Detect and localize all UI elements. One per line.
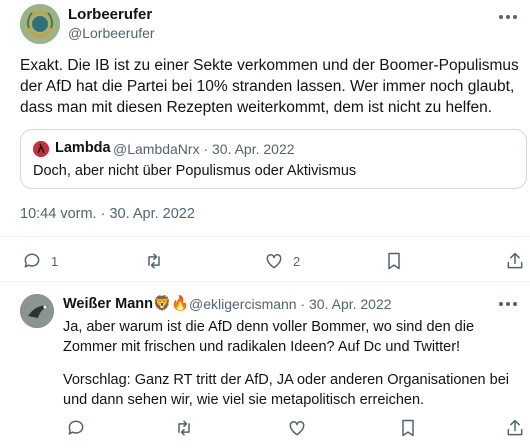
reply-author-name[interactable]: Weißer Mann🦁🔥 <box>63 295 189 312</box>
bookmark-icon <box>402 419 414 437</box>
retweet-button[interactable] <box>144 251 164 271</box>
bird-avatar-icon <box>20 294 54 328</box>
author-handle[interactable]: @Lorbeerufer <box>68 25 155 41</box>
reply-button[interactable]: 1 <box>22 251 58 271</box>
like-icon <box>289 420 305 436</box>
quote-author-name: Lambda <box>55 140 111 156</box>
share-icon <box>507 419 523 436</box>
quote-avatar <box>33 141 49 157</box>
more-icon[interactable] <box>499 302 517 306</box>
reply-button[interactable] <box>66 418 86 438</box>
divider <box>0 236 530 237</box>
bookmark-button[interactable] <box>398 418 418 438</box>
quoted-tweet[interactable]: Lambda @LambdaNrx · 30. Apr. 2022 Doch, … <box>20 129 527 189</box>
reply-text-paragraph-2: Vorschlag: Ganz RT tritt der AfD, JA ode… <box>63 372 509 408</box>
lambda-logo-icon <box>33 141 49 157</box>
bookmark-icon <box>388 252 400 270</box>
reply-icon <box>24 253 40 268</box>
laurel-avatar-icon <box>20 4 60 44</box>
reply-text-paragraph-1: Ja, aber warum ist die AfD denn voller B… <box>63 319 475 355</box>
reply-author-handle[interactable]: @ekligercismann · 30. Apr. 2022 <box>189 296 392 312</box>
like-button[interactable]: 2 <box>264 251 300 271</box>
tweet-timestamp[interactable]: 10:44 vorm. · 30. Apr. 2022 <box>20 206 195 222</box>
reply-author-avatar[interactable] <box>20 294 54 328</box>
more-icon[interactable] <box>499 15 517 19</box>
share-button[interactable] <box>505 251 525 271</box>
share-button[interactable] <box>505 418 525 438</box>
author-name[interactable]: Lorbeerufer <box>68 6 152 23</box>
share-icon <box>507 252 523 269</box>
author-avatar[interactable] <box>20 4 60 44</box>
retweet-icon <box>148 253 160 269</box>
retweet-icon <box>178 420 190 436</box>
quote-text: Doch, aber nicht über Populismus oder Ak… <box>33 163 357 179</box>
bookmark-button[interactable] <box>384 251 404 271</box>
divider <box>0 281 530 282</box>
like-count: 2 <box>293 253 301 269</box>
like-button[interactable] <box>287 418 307 438</box>
tweet-text: Exakt. Die IB ist zu einer Sekte verkomm… <box>20 57 519 116</box>
retweet-button[interactable] <box>174 418 194 438</box>
like-icon <box>266 253 282 269</box>
reply-icon <box>68 420 84 435</box>
reply-count: 1 <box>51 253 59 269</box>
quote-author-handle: @LambdaNrx · 30. Apr. 2022 <box>113 141 295 157</box>
